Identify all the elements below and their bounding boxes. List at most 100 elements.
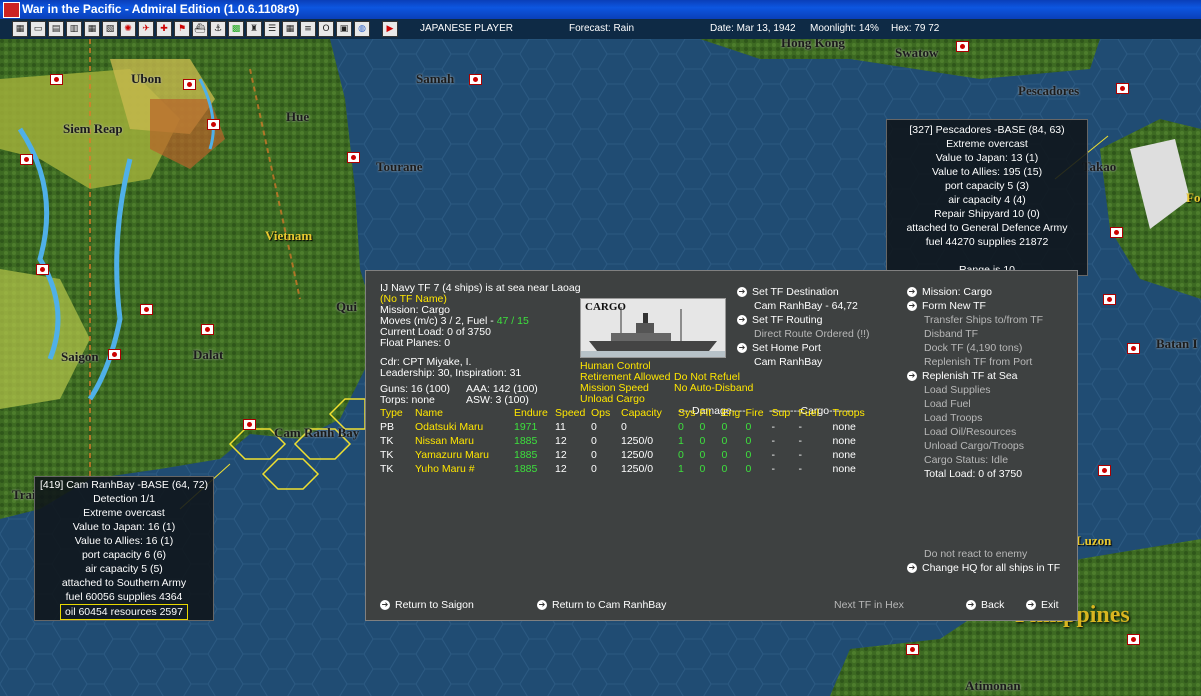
base-flag-icon[interactable] — [956, 41, 969, 52]
popup-line: Detection 1/1 — [93, 493, 155, 505]
base-flag-icon[interactable] — [50, 74, 63, 85]
map-label-hue: Hue — [286, 109, 310, 124]
base-flag-icon[interactable] — [20, 154, 33, 165]
col-sup[interactable]: Sup — [772, 406, 799, 420]
base-flag-icon[interactable] — [36, 264, 49, 275]
ship-table: Type Name Endure Speed Ops Capacity Sys … — [380, 406, 869, 476]
load-fuel-button[interactable]: Load Fuel — [907, 397, 1043, 411]
set-home-port-button[interactable]: ➔ Set Home Port — [737, 341, 870, 355]
dock-tf-button[interactable]: Dock TF (4,190 tons) — [907, 341, 1043, 355]
col-endure[interactable]: Endure — [514, 406, 555, 420]
load-oil-button[interactable]: Load Oil/Resources — [907, 425, 1043, 439]
moonlight-label: Moonlight: 14% — [810, 23, 879, 34]
base-flag-icon[interactable] — [243, 419, 256, 430]
base-flag-icon[interactable] — [1103, 294, 1116, 305]
col-capacity[interactable]: Capacity — [621, 406, 678, 420]
base-flag-icon[interactable] — [1098, 465, 1111, 476]
map-label-hong-kong: Hong Kong — [781, 39, 845, 50]
ship-icon[interactable]: ⛴ — [192, 21, 208, 37]
toolbar-button-6[interactable]: ▧ — [102, 21, 118, 37]
return-to-cam-ranh-button[interactable]: ➔ Return to Cam RanhBay — [537, 599, 666, 611]
popup-line: Extreme overcast — [946, 138, 1028, 150]
col-troops[interactable]: Troops — [833, 406, 869, 420]
group-icon[interactable]: ☰ — [264, 21, 280, 37]
anchor-icon[interactable]: ⚓ — [210, 21, 226, 37]
popup-line: attached to Southern Army — [61, 577, 187, 589]
disband-tf-button[interactable]: Disband TF — [907, 327, 1043, 341]
rising-sun-icon[interactable]: ✺ — [120, 21, 136, 37]
arrow-right-icon: ➔ — [907, 301, 917, 312]
base-flag-icon[interactable] — [347, 152, 360, 163]
toolbar: ▦ ▭ ▤ ▥ ▦ ▧ ✺ ✈ ✚ ⚑ ⛴ ⚓ ▩ ♜ ☰ ▦ ≡ O ▣ ◍ … — [0, 19, 1201, 39]
map-icon[interactable]: ▩ — [228, 21, 244, 37]
form-new-tf-button[interactable]: ➔ Form New TF — [907, 299, 1043, 313]
unload-cargo-button[interactable]: Unload Cargo/Troops — [907, 439, 1043, 453]
status-no-auto-disband[interactable]: No Auto-Disband — [674, 383, 753, 394]
grid-icon[interactable]: ▦ — [282, 21, 298, 37]
back-button[interactable]: ➔ Back — [966, 599, 1004, 611]
col-type[interactable]: Type — [380, 406, 415, 420]
table-row[interactable]: TK Yamazuru Maru 1885 12 0 1250/0 00 00 --n… — [380, 448, 869, 462]
mission-button[interactable]: ➔ Mission: Cargo — [907, 285, 1043, 299]
cross-icon[interactable]: ✚ — [156, 21, 172, 37]
op-icon[interactable]: O — [318, 21, 334, 37]
col-eng[interactable]: Eng — [722, 406, 746, 420]
toolbar-button-1[interactable]: ▦ — [12, 21, 28, 37]
col-sys[interactable]: Sys — [678, 406, 700, 420]
status-unload-cargo[interactable]: Unload Cargo — [580, 394, 670, 405]
base-flag-icon[interactable] — [201, 324, 214, 335]
col-flt[interactable]: Flt — [700, 406, 722, 420]
no-react-button[interactable]: Do not react to enemy — [907, 547, 1060, 561]
transfer-ships-button[interactable]: Transfer Ships to/from TF — [907, 313, 1043, 327]
arrow-right-icon: ➔ — [907, 287, 917, 298]
return-to-saigon-button[interactable]: ➔ Return to Saigon — [380, 599, 474, 611]
factory-icon[interactable]: ♜ — [246, 21, 262, 37]
tf-status-right: Do Not Refuel No Auto-Disband — [674, 372, 753, 394]
table-row[interactable]: TK Nissan Maru 1885 12 0 1250/0 10 00 - - non… — [380, 434, 869, 448]
base-flag-icon[interactable] — [108, 349, 121, 360]
base-flag-icon[interactable] — [906, 644, 919, 655]
base-flag-icon[interactable] — [207, 119, 220, 130]
flag-icon[interactable]: ⚑ — [174, 21, 190, 37]
exit-button[interactable]: ➔ Exit — [1026, 599, 1059, 611]
base-flag-icon[interactable] — [1127, 634, 1140, 645]
col-name[interactable]: Name — [415, 406, 514, 420]
table-row[interactable]: PB Odatsuki Maru 1971 11 00 00 00 - - none — [380, 420, 869, 434]
base-flag-icon[interactable] — [469, 74, 482, 85]
next-tf-in-hex-button[interactable]: Next TF in Hex — [834, 599, 904, 611]
replenish-from-port-button[interactable]: Replenish TF from Port — [907, 355, 1043, 369]
set-destination-button[interactable]: ➔ Set TF Destination — [737, 285, 870, 299]
base-flag-icon[interactable] — [1116, 83, 1129, 94]
col-fire[interactable]: Fire — [746, 406, 772, 420]
toolbar-button-3[interactable]: ▤ — [48, 21, 64, 37]
base-flag-icon[interactable] — [1110, 227, 1123, 238]
popup-line: port capacity 6 (6) — [81, 549, 167, 561]
globe-icon[interactable]: ◍ — [354, 21, 370, 37]
table-row[interactable]: TK Yuho Maru # 1885 12 0 1250/0 10 00 - - non… — [380, 462, 869, 476]
toolbar-button-2[interactable]: ▭ — [30, 21, 46, 37]
base-flag-icon[interactable] — [183, 79, 196, 90]
arrow-right-icon: ➔ — [1026, 600, 1036, 611]
replenish-at-sea-button[interactable]: ➔ Replenish TF at Sea — [907, 369, 1043, 383]
report-icon[interactable]: ▣ — [336, 21, 352, 37]
col-speed[interactable]: Speed — [555, 406, 591, 420]
load-troops-button[interactable]: Load Troops — [907, 411, 1043, 425]
map-label-vietnam: Vietnam — [265, 228, 313, 243]
base-flag-icon[interactable] — [140, 304, 153, 315]
col-fuel[interactable]: Fuel — [799, 406, 833, 420]
window-titlebar: War in the Pacific - Admiral Edition (1.… — [0, 0, 1201, 19]
change-hq-button[interactable]: ➔ Change HQ for all ships in TF — [907, 561, 1060, 575]
load-supplies-button[interactable]: Load Supplies — [907, 383, 1043, 397]
popup-line: port capacity 5 (3) — [944, 180, 1030, 192]
set-routing-button[interactable]: ➔ Set TF Routing — [737, 313, 870, 327]
end-turn-icon[interactable]: ▶ — [382, 21, 398, 37]
base-flag-icon[interactable] — [1127, 343, 1140, 354]
plane-icon[interactable]: ✈ — [138, 21, 154, 37]
list-icon[interactable]: ≡ — [300, 21, 316, 37]
toolbar-button-4[interactable]: ▥ — [66, 21, 82, 37]
col-ops[interactable]: Ops — [591, 406, 621, 420]
popup-line: air capacity 4 (4) — [948, 194, 1026, 206]
map-label-atimonan: Atimonan — [965, 678, 1021, 693]
arrow-right-icon: ➔ — [737, 315, 747, 326]
toolbar-button-5[interactable]: ▦ — [84, 21, 100, 37]
